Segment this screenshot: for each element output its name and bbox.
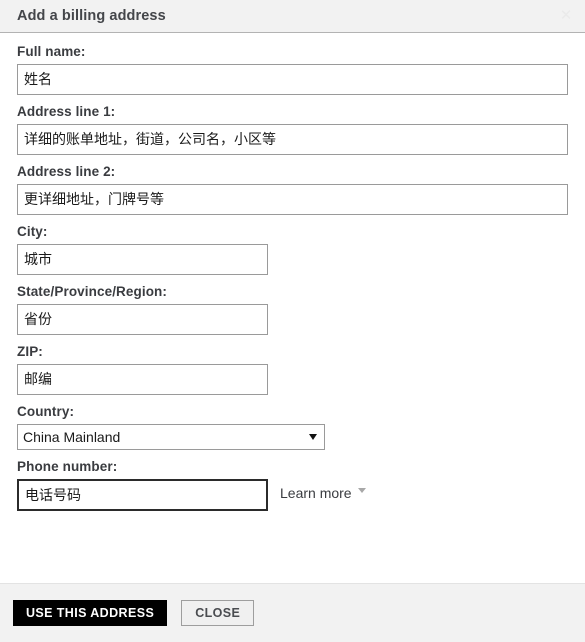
dialog-body: Full name: Address line 1: Address line … bbox=[0, 33, 585, 583]
label-country: Country: bbox=[17, 404, 75, 419]
country-select[interactable]: China Mainland bbox=[17, 424, 325, 450]
field-address-line-1: Address line 1: bbox=[17, 104, 568, 155]
field-zip: ZIP: bbox=[17, 344, 568, 395]
label-address-line-2: Address line 2: bbox=[17, 164, 116, 179]
page-title: Add a billing address bbox=[17, 8, 166, 24]
close-button[interactable]: CLOSE bbox=[181, 600, 255, 626]
label-phone: Phone number: bbox=[17, 459, 118, 474]
state-input[interactable] bbox=[17, 304, 268, 335]
phone-row: Learn more bbox=[17, 479, 568, 511]
label-address-line-1: Address line 1: bbox=[17, 104, 116, 119]
address-line-1-input[interactable] bbox=[17, 124, 568, 155]
billing-address-dialog: Add a billing address ✕ Full name: Addre… bbox=[0, 0, 585, 642]
field-state: State/Province/Region: bbox=[17, 284, 568, 335]
use-this-address-button[interactable]: USE THIS ADDRESS bbox=[13, 600, 168, 626]
city-input[interactable] bbox=[17, 244, 268, 275]
dialog-footer: USE THIS ADDRESS CLOSE bbox=[0, 583, 585, 642]
label-state: State/Province/Region: bbox=[17, 284, 167, 299]
learn-more-link[interactable]: Learn more bbox=[280, 485, 366, 501]
label-zip: ZIP: bbox=[17, 344, 43, 359]
address-line-2-input[interactable] bbox=[17, 184, 568, 215]
phone-input[interactable] bbox=[17, 479, 268, 511]
country-select-wrap: China Mainland bbox=[17, 424, 325, 450]
label-full-name: Full name: bbox=[17, 44, 86, 59]
field-phone: Phone number: Learn more bbox=[17, 459, 568, 511]
dialog-header: Add a billing address ✕ bbox=[0, 0, 585, 33]
full-name-input[interactable] bbox=[17, 64, 568, 95]
field-address-line-2: Address line 2: bbox=[17, 164, 568, 215]
field-city: City: bbox=[17, 224, 568, 275]
field-full-name: Full name: bbox=[17, 44, 568, 95]
label-city: City: bbox=[17, 224, 48, 239]
field-country: Country: China Mainland bbox=[17, 404, 568, 450]
learn-more-label: Learn more bbox=[280, 485, 352, 501]
chevron-down-icon bbox=[357, 487, 366, 493]
zip-input[interactable] bbox=[17, 364, 268, 395]
close-icon[interactable]: ✕ bbox=[557, 7, 575, 25]
